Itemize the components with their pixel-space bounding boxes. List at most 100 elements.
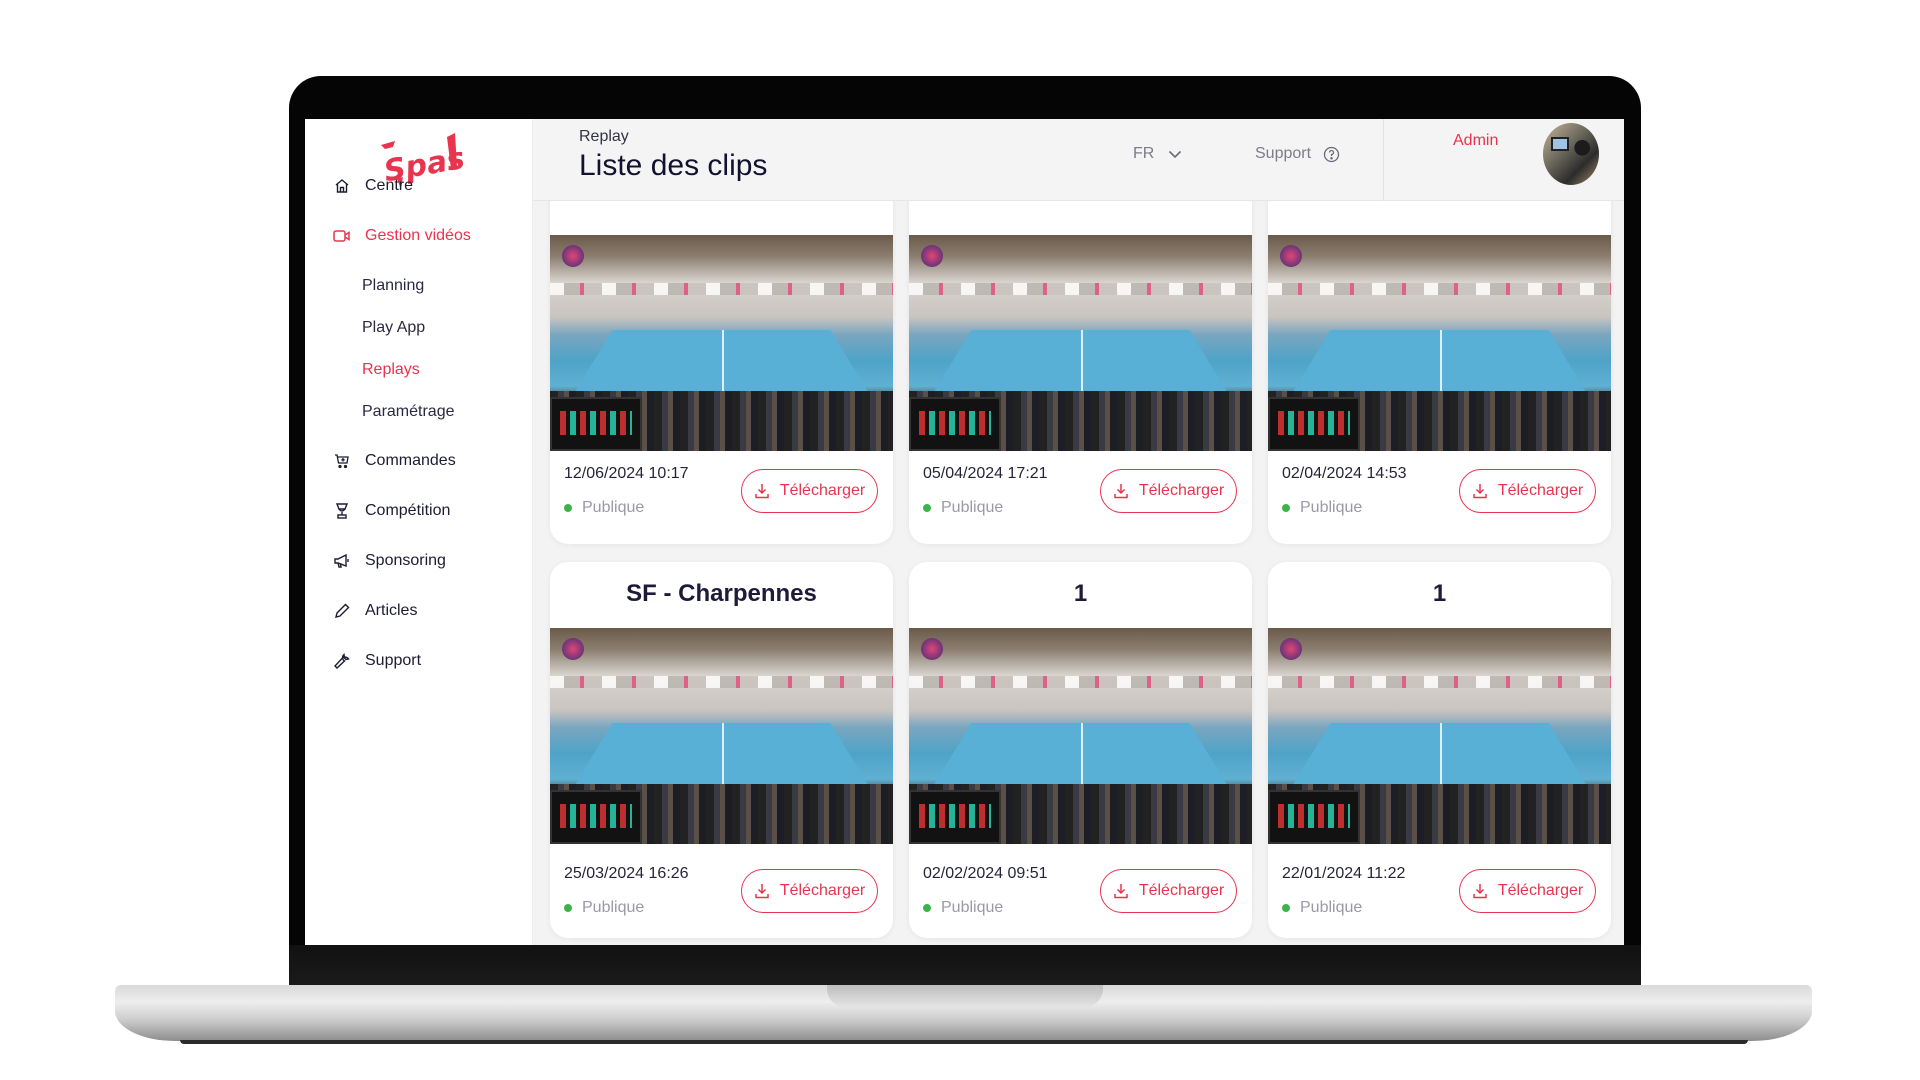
- sidebar-item-label: Support: [365, 652, 422, 669]
- clip-date: 25/03/2024 16:26: [564, 865, 689, 882]
- laptop-foot: [180, 1040, 1748, 1044]
- clip-visibility: Publique: [564, 899, 644, 917]
- clip-visibility: Publique: [1282, 499, 1362, 517]
- laptop-notch: [827, 985, 1103, 1007]
- clip-thumbnail[interactable]: [909, 235, 1252, 451]
- sidebar-item-articles[interactable]: Articles: [333, 602, 417, 620]
- avatar[interactable]: [1543, 123, 1599, 185]
- clip-card: NM2 - SMUC 12/06/2024 10:17 Publique Tél…: [550, 159, 893, 544]
- download-label: Télécharger: [779, 482, 866, 499]
- megaphone-icon: [333, 552, 351, 570]
- sidebar-item-commandes[interactable]: Commandes: [333, 452, 456, 470]
- download-icon: [1473, 484, 1487, 499]
- sidebar-subitem-planning[interactable]: Planning: [362, 277, 424, 295]
- status-dot: [923, 904, 931, 912]
- clip-card: PNM - OZON 05/04/2024 17:21 Publique Tél…: [909, 159, 1252, 544]
- scoreboard: [1268, 790, 1360, 844]
- sidebar-item-competition[interactable]: Compétition: [333, 502, 450, 520]
- sidebar-subitem-parametrage[interactable]: Paramétrage: [362, 403, 455, 421]
- clip-visibility: Publique: [564, 499, 644, 517]
- clip-thumbnail[interactable]: [550, 628, 893, 844]
- clip-card: clip SPASH 02/04/2024 14:53 Publique Tél…: [1268, 159, 1611, 544]
- clip-thumbnail[interactable]: [550, 235, 893, 451]
- sidebar-subitem-replays[interactable]: Replays: [362, 361, 420, 379]
- download-icon: [755, 484, 769, 499]
- download-button[interactable]: Télécharger: [741, 469, 878, 513]
- download-label: Télécharger: [1138, 882, 1225, 899]
- status-dot: [1282, 504, 1290, 512]
- clip-card: SF - Charpennes 25/03/2024 16:26 Publiqu…: [550, 562, 893, 938]
- scoreboard: [550, 790, 642, 844]
- page-title: Liste des clips: [579, 149, 768, 182]
- download-label: Télécharger: [1138, 482, 1225, 499]
- status-dot: [564, 904, 572, 912]
- user-name[interactable]: Admin: [1453, 132, 1498, 150]
- visibility-label: Publique: [1300, 899, 1363, 916]
- clip-visibility: Publique: [923, 899, 1003, 917]
- download-button[interactable]: Télécharger: [1100, 469, 1237, 513]
- sidebar-item-centre[interactable]: Centre: [333, 177, 413, 195]
- sidebar-item-sponsoring[interactable]: Sponsoring: [333, 552, 446, 570]
- clip-card: 1 22/01/2024 11:22 Publique Télécharger: [1268, 562, 1611, 938]
- breadcrumb[interactable]: Replay: [579, 128, 629, 146]
- language-selector[interactable]: FR: [1133, 145, 1182, 163]
- clip-date: 05/04/2024 17:21: [923, 465, 1048, 482]
- support-link[interactable]: Support: [1255, 145, 1340, 163]
- sidebar-item-label: Gestion vidéos: [365, 227, 471, 244]
- app-screen: Spash Centre Gestion vidéos Planning Pla…: [305, 119, 1624, 945]
- laptop-bezel-bottom: [289, 945, 1641, 987]
- home-icon: [333, 177, 351, 195]
- download-button[interactable]: Télécharger: [1459, 469, 1596, 513]
- download-icon: [755, 884, 769, 899]
- top-header: Replay Liste des clips FR Support Admin: [533, 119, 1624, 201]
- sidebar-item-label: Commandes: [365, 452, 456, 469]
- clip-date: 02/02/2024 09:51: [923, 865, 1048, 882]
- status-dot: [1282, 904, 1290, 912]
- sidebar-item-support[interactable]: Support: [333, 652, 421, 670]
- clip-date: 02/04/2024 14:53: [1282, 465, 1407, 482]
- scoreboard: [550, 397, 642, 451]
- download-button[interactable]: Télécharger: [1459, 869, 1596, 913]
- status-dot: [923, 504, 931, 512]
- scoreboard: [909, 790, 1001, 844]
- sidebar-item-label: Sponsoring: [365, 552, 446, 569]
- clip-visibility: Publique: [1282, 899, 1362, 917]
- download-label: Télécharger: [1497, 482, 1584, 499]
- clip-thumbnail[interactable]: [1268, 628, 1611, 844]
- download-label: Télécharger: [779, 882, 866, 899]
- support-label: Support: [1255, 145, 1312, 162]
- pencil-icon: [333, 602, 351, 620]
- sidebar: Spash Centre Gestion vidéos Planning Pla…: [305, 119, 533, 945]
- status-dot: [564, 504, 572, 512]
- clip-visibility: Publique: [923, 499, 1003, 517]
- visibility-label: Publique: [941, 499, 1004, 516]
- clip-card: 1 02/02/2024 09:51 Publique Télécharger: [909, 562, 1252, 938]
- chevron-down-icon: [1169, 150, 1182, 158]
- video-icon: [333, 227, 351, 245]
- language-label: FR: [1133, 145, 1155, 162]
- sidebar-item-label: Articles: [365, 602, 418, 619]
- visibility-label: Publique: [582, 499, 645, 516]
- visibility-label: Publique: [941, 899, 1004, 916]
- download-label: Télécharger: [1497, 882, 1584, 899]
- download-icon: [1473, 884, 1487, 899]
- download-icon: [1114, 484, 1128, 499]
- download-icon: [1114, 884, 1128, 899]
- sidebar-item-label: Centre: [365, 177, 414, 194]
- clip-thumbnail[interactable]: [909, 628, 1252, 844]
- trophy-icon: [333, 502, 351, 520]
- download-button[interactable]: Télécharger: [741, 869, 878, 913]
- clip-title: 1: [1073, 580, 1088, 607]
- visibility-label: Publique: [1300, 499, 1363, 516]
- clip-thumbnail[interactable]: [1268, 235, 1611, 451]
- clip-date: 22/01/2024 11:22: [1282, 865, 1406, 882]
- sidebar-subitem-play-app[interactable]: Play App: [362, 319, 425, 337]
- scoreboard: [1268, 397, 1360, 451]
- scoreboard: [909, 397, 1001, 451]
- wrench-icon: [333, 652, 351, 670]
- help-icon: [1323, 146, 1340, 162]
- download-button[interactable]: Télécharger: [1100, 869, 1237, 913]
- clip-title: 1: [1432, 580, 1447, 607]
- header-divider: [1383, 119, 1384, 201]
- sidebar-item-gestion-videos[interactable]: Gestion vidéos: [333, 227, 471, 245]
